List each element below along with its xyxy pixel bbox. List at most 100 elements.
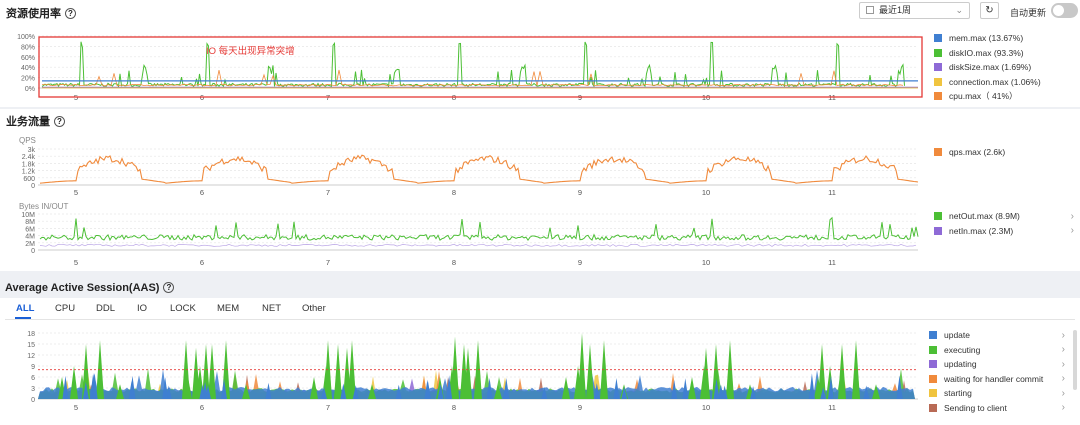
qps-series-line (39, 154, 919, 184)
bytes-chart: 10M8M6M4M2M0 5 6 7 8 9 10 11 (21, 212, 919, 267)
diskio-series-line (41, 41, 905, 88)
y-tick-label: 100% (17, 34, 35, 41)
y-tick-label: 20% (21, 76, 35, 83)
time-range-value: 最近1周 (879, 5, 912, 15)
x-tick-label: 11 (828, 403, 836, 412)
legend-item[interactable]: starting › (929, 386, 1065, 401)
y-tick-label: 12 (27, 353, 35, 360)
legend-item[interactable]: qps.max (2.6k) (934, 145, 1074, 160)
y-tick-label: 80% (21, 44, 35, 51)
y-tick-label: 1.8k (22, 161, 36, 168)
legend-item[interactable]: cpu.max（ 41%） (934, 89, 1074, 104)
tab-other[interactable]: Other (302, 303, 326, 314)
legend-label: starting (944, 388, 972, 399)
legend-item[interactable]: executing › (929, 343, 1065, 358)
time-range-select[interactable]: 最近1周 ⌄ (859, 2, 970, 19)
x-tick-label: 11 (828, 258, 836, 267)
legend-item[interactable]: netIn.max (2.3M) › (934, 224, 1074, 239)
help-icon[interactable]: ? (65, 8, 76, 19)
chevron-right-icon: › (1070, 225, 1074, 237)
aas-executing-spike (838, 344, 846, 399)
netin-series-line (39, 243, 917, 247)
qps-axis-label: QPS (19, 136, 36, 145)
aas-executing-spike (586, 344, 594, 399)
resource-usage-panel: 资源使用率? 最近1周 ⌄ ↻ 自动更新 100% 80% 60% 40% 20% 0% 5… (0, 0, 1080, 107)
chevron-right-icon: › (1061, 329, 1065, 341)
x-tick-label: 8 (452, 188, 456, 197)
x-tick-label: 10 (702, 258, 710, 267)
scrollbar[interactable] (1073, 330, 1077, 390)
chevron-right-icon: › (1061, 373, 1065, 385)
aas-executing-spike (818, 344, 826, 399)
legend-swatch (934, 148, 942, 157)
x-tick-label: 5 (74, 403, 78, 412)
tab-mem[interactable]: MEM (217, 303, 239, 314)
help-icon[interactable]: ? (163, 282, 175, 293)
legend-swatch (934, 34, 942, 43)
legend-item[interactable]: updating › (929, 357, 1065, 372)
legend-item[interactable]: update › (929, 328, 1065, 343)
business-traffic-panel: 业务流量? QPS 3k 2.4k 1.8k 1.2k 600 0 5 6 7 8 9 10 11 By… (0, 109, 1080, 271)
x-tick-label: 5 (74, 258, 78, 267)
legend-item[interactable]: mem.max (13.67%) (934, 31, 1074, 46)
x-tick-label: 6 (200, 403, 204, 412)
x-tick-label: 8 (452, 258, 456, 267)
calendar-icon (866, 6, 874, 14)
legend-label: Sending to client (944, 402, 1007, 413)
legend-swatch (929, 403, 937, 412)
tab-lock[interactable]: LOCK (170, 303, 196, 314)
tab-net[interactable]: NET (262, 303, 281, 314)
y-tick-label: 60% (21, 55, 35, 62)
legend-item[interactable]: Sending to client › (929, 401, 1065, 416)
y-tick-label: 9 (31, 364, 35, 371)
x-tick-label: 9 (578, 258, 582, 267)
auto-refresh-label: 自动更新 (1010, 8, 1047, 18)
x-tick-label: 10 (702, 188, 710, 197)
y-tick-label: 600 (23, 176, 35, 183)
auto-refresh-toggle[interactable] (1051, 3, 1078, 18)
x-tick-label: 7 (326, 188, 330, 197)
chevron-down-icon: ⌄ (955, 5, 963, 15)
resource-usage-title: 资源使用率? (6, 5, 76, 21)
resource-usage-title-text: 资源使用率 (6, 8, 61, 20)
tab-ddl[interactable]: DDL (96, 303, 115, 314)
tab-divider (5, 319, 1075, 320)
business-traffic-title: 业务流量? (6, 113, 65, 129)
help-icon[interactable]: ? (54, 116, 65, 127)
legend-label: diskIO.max (93.3%) (949, 47, 1024, 58)
y-tick-label: 0 (31, 248, 35, 255)
x-tick-label: 8 (452, 403, 456, 412)
legend-item[interactable]: diskIO.max (93.3%) (934, 46, 1074, 61)
legend-item[interactable]: connection.max (1.06%) (934, 75, 1074, 90)
legend-label: diskSize.max (1.69%) (949, 62, 1032, 73)
chevron-right-icon: › (1070, 210, 1074, 222)
qps-chart: 3k2.4k1.8k1.2k6000 5 6 7 8 9 10 11 (22, 147, 919, 197)
y-tick-label: 3k (28, 147, 36, 154)
y-tick-label: 3 (31, 386, 35, 393)
tab-cpu[interactable]: CPU (55, 303, 75, 314)
legend-label: qps.max (2.6k) (949, 147, 1006, 158)
y-tick-label: 6M (25, 226, 35, 233)
aas-title: Average Active Session(AAS)? (5, 282, 175, 294)
aas-chart: 18 15 12 9 6 3 0 5 6 7 8 9 10 11 (27, 331, 918, 412)
x-tick-label: 9 (578, 188, 582, 197)
legend-item[interactable]: waiting for handler commit › (929, 372, 1065, 387)
x-tick-label: 6 (200, 188, 204, 197)
y-tick-label: 6 (31, 375, 35, 382)
resource-usage-chart: 100%80%60%40%20%0%5 6 7 8 9 10 11IO 每天出现异常突增 (17, 34, 923, 102)
legend-swatch (929, 360, 937, 369)
legend-item[interactable]: diskSize.max (1.69%) (934, 60, 1074, 75)
legend-item[interactable]: netOut.max (8.9M) › (934, 209, 1074, 224)
tab-io[interactable]: IO (137, 303, 147, 314)
legend-swatch (934, 77, 942, 86)
legend-swatch (929, 389, 937, 398)
legend-swatch (934, 63, 942, 72)
refresh-button[interactable]: ↻ (980, 2, 999, 19)
tab-all[interactable]: ALL (16, 303, 34, 314)
legend-label: cpu.max（ 41%） (949, 91, 1018, 102)
y-tick-label: 2.4k (22, 154, 36, 161)
y-tick-label: 40% (21, 65, 35, 72)
chevron-right-icon: › (1061, 402, 1065, 414)
chevron-right-icon: › (1061, 344, 1065, 356)
anomaly-annotation: IO 每天出现异常突增 (206, 45, 295, 57)
